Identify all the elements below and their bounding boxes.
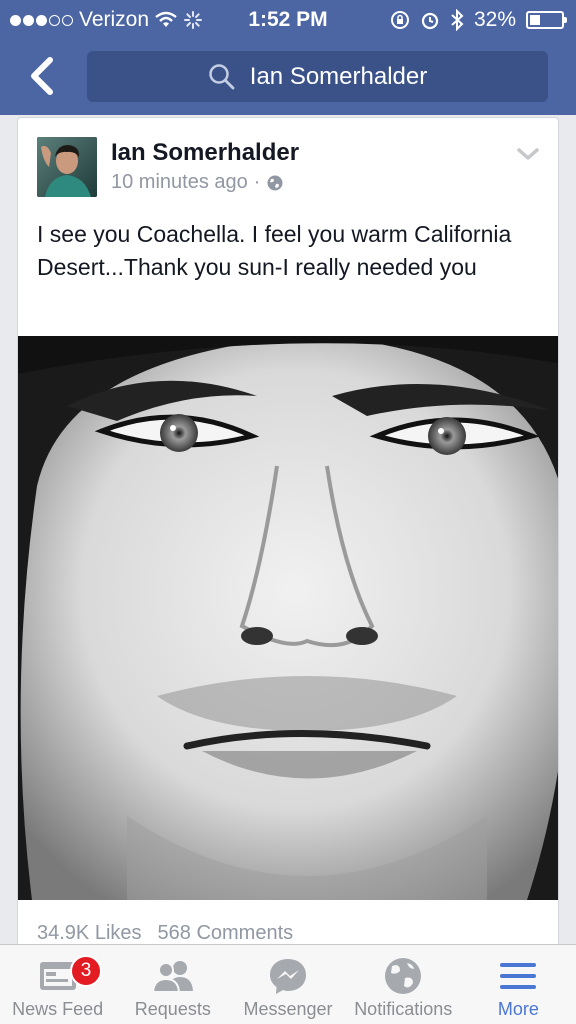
post-author[interactable]: Ian Somerhalder	[111, 139, 299, 167]
tab-label: Requests	[134, 999, 211, 1019]
friends-icon	[151, 955, 195, 997]
bluetooth-icon	[451, 9, 464, 31]
rotation-lock-icon	[390, 11, 409, 29]
notification-badge: 3	[70, 955, 102, 987]
comments-count[interactable]: 568 Comments	[158, 922, 294, 945]
tab-label: Notifications	[354, 999, 453, 1019]
top-bar: Verizon 1:52 PM 32% Ian Somerhalder	[0, 0, 576, 115]
messenger-icon	[268, 955, 308, 997]
tab-requests[interactable]: Requests	[115, 945, 230, 1024]
post-photo[interactable]	[18, 336, 558, 900]
tab-news-feed[interactable]: 3 News Feed	[0, 945, 115, 1024]
menu-icon	[498, 955, 538, 997]
chevron-down-icon[interactable]	[516, 146, 540, 162]
tab-label: News Feed	[12, 999, 104, 1019]
likes-count[interactable]: 34.9K Likes	[37, 922, 142, 945]
tab-more[interactable]: More	[461, 945, 576, 1024]
post-text: I see you Coachella. I feel you warm Cal…	[37, 221, 512, 280]
post-time: 10 minutes ago	[111, 171, 248, 193]
status-bar: Verizon 1:52 PM 32%	[0, 0, 576, 38]
chevron-left-icon[interactable]	[22, 54, 62, 98]
search-icon	[209, 63, 235, 89]
post-meta: 10 minutes ago ·	[111, 171, 284, 194]
battery-icon	[526, 11, 567, 29]
post-stats: 34.9K Likes 568 Comments	[37, 922, 293, 945]
tab-label: More	[497, 999, 539, 1019]
tab-label: Messenger	[243, 999, 333, 1019]
alarm-icon	[421, 12, 439, 30]
search-query: Ian Somerhalder	[249, 62, 428, 90]
battery-percent: 32%	[473, 8, 516, 31]
status-right-group: 32%	[390, 8, 567, 32]
search-bar[interactable]: Ian Somerhalder	[87, 51, 548, 102]
avatar[interactable]	[37, 137, 97, 197]
tab-messenger[interactable]: Messenger	[230, 945, 345, 1024]
globe-icon	[267, 175, 283, 190]
tab-notifications[interactable]: Notifications	[346, 945, 461, 1024]
meta-separator: ·	[253, 171, 261, 193]
tab-bar: 3 News Feed Requests Messenger Notificat…	[0, 944, 576, 1024]
globe-icon	[383, 955, 423, 997]
post-card: Ian Somerhalder 10 minutes ago · I see y…	[17, 117, 559, 947]
